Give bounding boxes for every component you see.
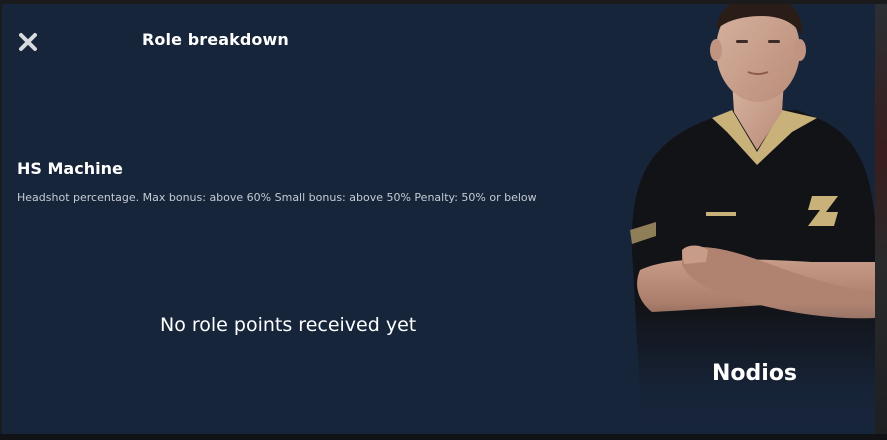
role-name: HS Machine bbox=[17, 159, 123, 178]
role-description: Headshot percentage. Max bonus: above 60… bbox=[17, 191, 537, 204]
close-icon[interactable] bbox=[16, 30, 40, 54]
role-breakdown-modal: Role breakdown HS Machine Headshot perce… bbox=[2, 4, 875, 434]
modal-title: Role breakdown bbox=[142, 30, 289, 49]
close-button[interactable] bbox=[16, 30, 40, 54]
player-name: Nodios bbox=[712, 361, 798, 386]
background-edge bbox=[875, 4, 887, 434]
empty-state-message: No role points received yet bbox=[160, 314, 417, 336]
background-edge-bottom bbox=[0, 434, 887, 440]
